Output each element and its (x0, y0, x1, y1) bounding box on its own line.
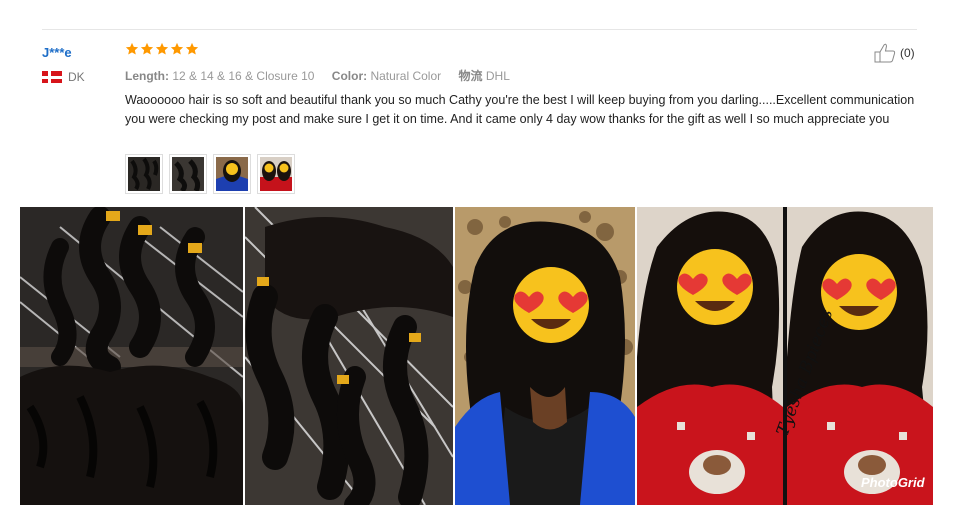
hair-frontal-photo (245, 207, 453, 505)
thumbnail-image (260, 157, 292, 191)
thumbnail-image (172, 157, 204, 193)
reviewer-country: DK (42, 70, 85, 84)
thumbs-up-icon (874, 43, 896, 63)
helpful-count: (0) (900, 46, 915, 60)
star-icon (185, 42, 199, 55)
star-icon (155, 42, 169, 55)
length-value: 12 & 14 & 16 & Closure 10 (172, 69, 315, 83)
thumbnail-3[interactable] (213, 154, 251, 194)
review-photo-3[interactable] (455, 207, 635, 505)
denmark-flag-icon (42, 71, 62, 83)
thumbnail-2[interactable] (169, 154, 207, 194)
thumbnail-1[interactable] (125, 154, 163, 194)
shipping-label: 物流 (458, 69, 483, 83)
photogrid-logo: PhotoGrid (861, 475, 926, 490)
customer-wearing-hair-photo (455, 207, 635, 505)
thumbnail-image (128, 157, 160, 191)
hair-bundles-photo (20, 207, 243, 505)
color-label: Color: (331, 69, 368, 83)
heart-eyes-emoji-icon (677, 249, 753, 325)
star-icon (140, 42, 154, 55)
review-photo-2[interactable] (245, 207, 453, 505)
star-icon (170, 42, 184, 55)
review-photo-4[interactable]: Tyesha Bpieces PhotoGrid (637, 207, 933, 505)
shipping-value: DHL (485, 69, 510, 83)
rating-stars (125, 42, 199, 56)
review-attributes: Length: 12 & 14 & 16 & Closure 10 Color:… (125, 67, 524, 84)
thumbnail-image (216, 157, 248, 191)
customer-collage-photo: Tyesha Bpieces PhotoGrid (637, 207, 933, 505)
photo-thumbnails (125, 154, 295, 194)
helpful-button[interactable]: (0) (874, 43, 915, 63)
length-label: Length: (125, 69, 169, 83)
top-divider (42, 29, 917, 30)
country-code: DK (68, 70, 85, 84)
review-photo-1[interactable] (20, 207, 243, 505)
thumbnail-4[interactable] (257, 154, 295, 194)
color-value: Natural Color (370, 69, 442, 83)
reviewer-name: J***e (42, 45, 72, 60)
review-text: Waoooooo hair is so soft and beautiful t… (125, 93, 915, 126)
star-icon (125, 42, 139, 55)
review-photo-strip: Tyesha Bpieces PhotoGrid (20, 207, 933, 505)
heart-eyes-emoji-icon (513, 267, 589, 343)
